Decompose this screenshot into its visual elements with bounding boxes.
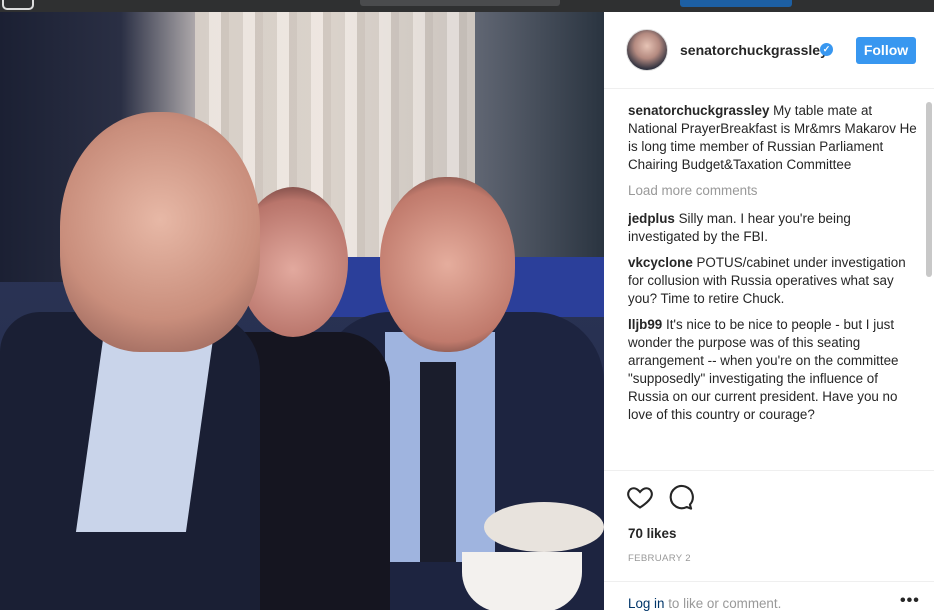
comment-username[interactable]: lljb99: [628, 317, 662, 332]
avatar[interactable]: [626, 29, 668, 71]
post-actions: 70 likes FEBRUARY 2 Log in to like or co…: [604, 470, 934, 611]
login-link[interactable]: Log in: [628, 596, 664, 611]
photo-cup: [462, 552, 582, 610]
browser-top-bar: [0, 0, 934, 12]
heart-icon[interactable]: [626, 483, 654, 511]
verified-badge-icon: ✓: [820, 43, 833, 56]
header-username[interactable]: senatorchuckgrassley: [680, 42, 828, 58]
photo-plate: [484, 502, 604, 552]
photo-man-right-tie: [420, 362, 456, 562]
search-bar[interactable]: [360, 0, 560, 6]
follow-button[interactable]: Follow: [856, 37, 916, 64]
comment-item: lljb99 It's nice to be nice to people - …: [628, 316, 918, 424]
likes-count[interactable]: 70 likes: [628, 526, 676, 541]
post-date[interactable]: FEBRUARY 2: [628, 553, 691, 564]
comments-scrollbar[interactable]: [926, 102, 932, 277]
caption-username[interactable]: senatorchuckgrassley: [628, 103, 769, 118]
comment-item: vkcyclone POTUS/cabinet under investigat…: [628, 254, 918, 308]
instagram-logo-icon[interactable]: [2, 0, 34, 10]
comment-username[interactable]: jedplus: [628, 211, 675, 226]
post-photo[interactable]: [0, 12, 604, 610]
caption: senatorchuckgrassley My table mate at Na…: [628, 102, 918, 174]
comment-text: It's nice to be nice to people - but I j…: [628, 317, 899, 422]
comment-item: jedplus Silly man. I hear you're being i…: [628, 210, 918, 246]
options-icon[interactable]: •••: [900, 592, 920, 610]
photo-man-left-face: [60, 112, 260, 352]
login-prompt-text: to like or comment.: [664, 596, 782, 611]
comments-list: senatorchuckgrassley My table mate at Na…: [628, 102, 918, 477]
top-action-button[interactable]: [680, 0, 792, 7]
login-bar: Log in to like or comment. •••: [604, 581, 934, 612]
post-header: senatorchuckgrassley ✓ Follow: [604, 12, 934, 89]
login-prompt: Log in to like or comment.: [628, 596, 781, 611]
load-more-comments-button[interactable]: Load more comments: [628, 182, 918, 200]
post-side-panel: senatorchuckgrassley ✓ Follow senatorchu…: [604, 12, 934, 611]
photo-man-right-face: [380, 177, 515, 352]
comment-username[interactable]: vkcyclone: [628, 255, 693, 270]
comment-icon[interactable]: [666, 483, 694, 511]
